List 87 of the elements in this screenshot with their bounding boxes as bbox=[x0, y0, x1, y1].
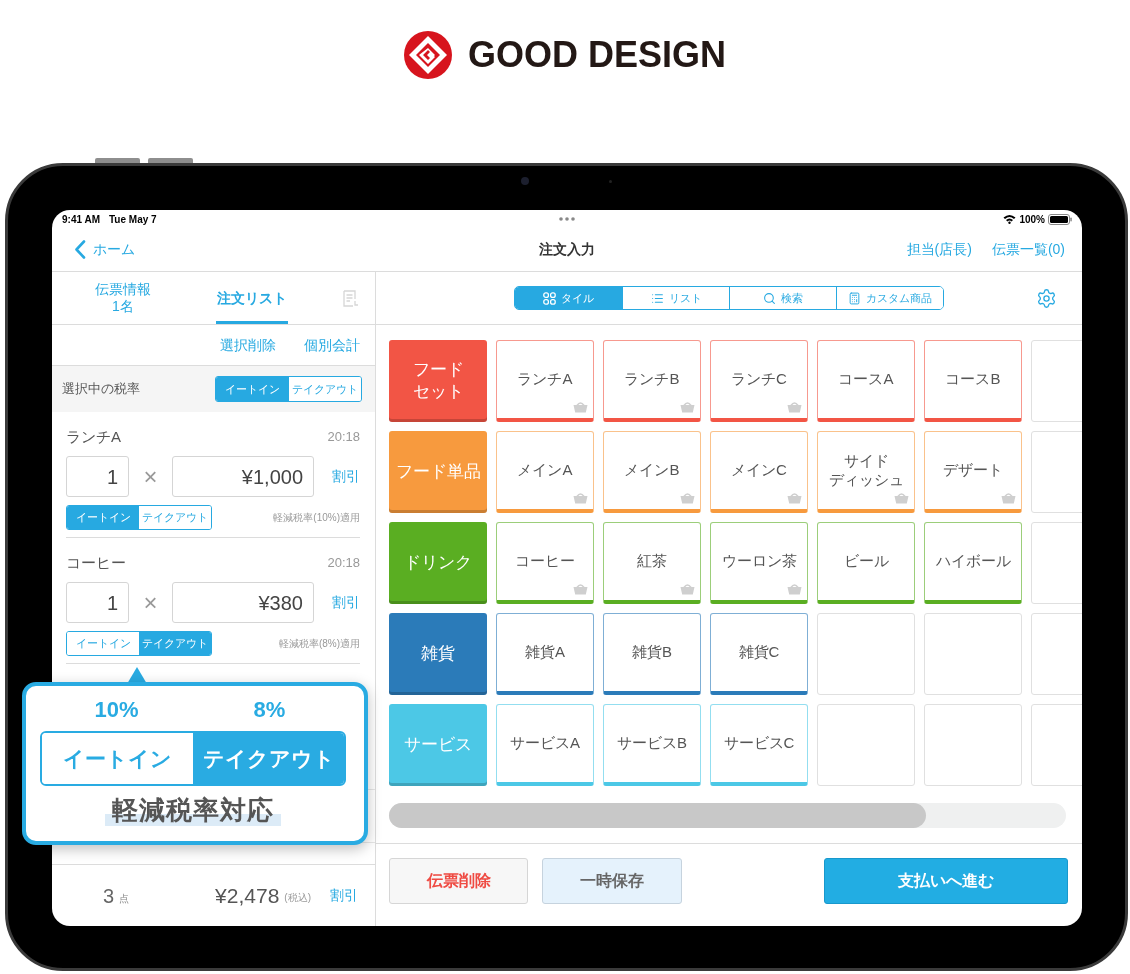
price-field[interactable]: ¥380 bbox=[172, 582, 314, 623]
battery-percent: 100% bbox=[1019, 212, 1045, 227]
discount-link[interactable]: 割引 bbox=[332, 466, 360, 487]
product-tile[interactable]: ウーロン茶 bbox=[710, 522, 808, 604]
category-tile[interactable]: 雑貨 bbox=[389, 613, 487, 695]
panel-tab[interactable]: 注文リスト bbox=[216, 272, 288, 324]
product-tile[interactable]: ランチA bbox=[496, 340, 594, 422]
product-tile[interactable]: 雑貨A bbox=[496, 613, 594, 695]
quantity-field[interactable]: 1 bbox=[66, 582, 129, 623]
category-tile[interactable]: サービス bbox=[389, 704, 487, 786]
segment-button[interactable]: テイクアウト bbox=[139, 506, 211, 529]
calculator-icon bbox=[848, 291, 861, 305]
header-link[interactable]: 伝票一覧(0) bbox=[991, 239, 1065, 260]
product-tile[interactable]: サービスA bbox=[496, 704, 594, 786]
product-tile[interactable]: コーヒー bbox=[496, 522, 594, 604]
back-link[interactable]: ホーム bbox=[74, 239, 135, 260]
settings-icon[interactable] bbox=[1036, 287, 1057, 309]
tax-note: 軽減税率(8%)適用 bbox=[278, 637, 360, 651]
callout-caption: 軽減税率対応 bbox=[105, 794, 281, 826]
battery-icon bbox=[1048, 213, 1072, 225]
count-unit: 点 bbox=[119, 892, 130, 906]
panel-tab[interactable]: 伝票情報 1名 bbox=[52, 272, 194, 324]
item-time: 20:18 bbox=[327, 428, 360, 447]
quantity-field[interactable]: 1 bbox=[66, 456, 129, 497]
segment-button[interactable]: イートイン bbox=[67, 506, 139, 529]
product-tile[interactable]: コースA bbox=[817, 340, 915, 422]
product-tile[interactable]: ランチC bbox=[710, 340, 808, 422]
grid-icon bbox=[543, 291, 556, 305]
tax-rate-label: 選択中の税率 bbox=[62, 380, 140, 399]
tax-rate-value: 8% bbox=[253, 697, 286, 723]
segment-button[interactable]: テイクアウト bbox=[288, 377, 361, 401]
product-tile[interactable]: サービスC bbox=[710, 704, 808, 786]
discount-link[interactable]: 割引 bbox=[330, 885, 358, 906]
status-time: 9:41 AM bbox=[62, 212, 100, 227]
product-tile[interactable]: ビール bbox=[817, 522, 915, 604]
product-tile[interactable]: 雑貨B bbox=[603, 613, 701, 695]
product-tile[interactable]: メインA bbox=[496, 431, 594, 513]
discount-link[interactable]: 割引 bbox=[332, 592, 360, 613]
segment-button[interactable]: イートイン bbox=[216, 377, 289, 401]
action-link[interactable]: 選択削除 bbox=[220, 334, 276, 356]
camera-lens-icon bbox=[521, 177, 529, 185]
search-icon bbox=[763, 291, 776, 305]
header-link[interactable]: 担当(店長) bbox=[906, 239, 972, 260]
screen-title: 注文入力 bbox=[539, 240, 595, 259]
product-tile[interactable]: 紅茶 bbox=[603, 522, 701, 604]
segment-button[interactable]: テイクアウト bbox=[193, 733, 344, 784]
category-tile[interactable]: フードセット bbox=[389, 340, 487, 422]
logo-icon bbox=[404, 31, 452, 79]
item-count: 3 bbox=[103, 883, 115, 909]
tax-included-label: (税込) bbox=[284, 891, 311, 905]
product-tile[interactable]: 雑貨C bbox=[710, 613, 808, 695]
product-tile[interactable]: コースB bbox=[924, 340, 1022, 422]
multiply-sign: × bbox=[142, 588, 159, 617]
list-icon bbox=[650, 291, 664, 305]
more-dots-icon bbox=[559, 217, 575, 221]
product-tile[interactable]: ハイボール bbox=[924, 522, 1022, 604]
document-icon bbox=[343, 289, 359, 307]
item-name: コーヒー bbox=[66, 552, 126, 573]
product-tile[interactable]: サービスB bbox=[603, 704, 701, 786]
scrollbar-thumb[interactable] bbox=[389, 803, 926, 828]
total-amount: ¥2,478 bbox=[215, 882, 280, 909]
chevron-left-icon bbox=[74, 240, 86, 259]
product-tile[interactable]: メインB bbox=[603, 431, 701, 513]
logo-text: GOOD DESIGN bbox=[468, 35, 726, 75]
delete-slip-button[interactable]: 伝票削除 bbox=[389, 858, 528, 904]
checkout-button[interactable]: 支払いへ進む bbox=[824, 858, 1068, 904]
view-tab[interactable]: タイル bbox=[515, 287, 622, 309]
product-tile[interactable]: ランチB bbox=[603, 340, 701, 422]
status-date: Tue May 7 bbox=[109, 212, 157, 227]
product-tile[interactable]: デザート bbox=[924, 431, 1022, 513]
volume-rocker bbox=[148, 158, 193, 163]
category-tile[interactable]: ドリンク bbox=[389, 522, 487, 604]
price-field[interactable]: ¥1,000 bbox=[172, 456, 314, 497]
action-link[interactable]: 個別会計 bbox=[304, 334, 360, 356]
product-tile[interactable]: サイドディッシュ bbox=[817, 431, 915, 513]
view-tab[interactable]: カスタム商品 bbox=[836, 287, 943, 309]
wifi-icon bbox=[1003, 214, 1017, 224]
category-tile[interactable]: フード単品 bbox=[389, 431, 487, 513]
tax-note: 軽減税率(10%)適用 bbox=[273, 511, 360, 525]
product-tile[interactable]: メインC bbox=[710, 431, 808, 513]
item-name: ランチA bbox=[66, 426, 121, 447]
item-time: 20:18 bbox=[327, 554, 360, 573]
multiply-sign: × bbox=[142, 462, 159, 491]
segment-button[interactable]: テイクアウト bbox=[139, 632, 211, 655]
volume-rocker bbox=[95, 158, 140, 163]
tax-rate-value: 10% bbox=[94, 697, 139, 723]
hold-button[interactable]: 一時保存 bbox=[542, 858, 682, 904]
